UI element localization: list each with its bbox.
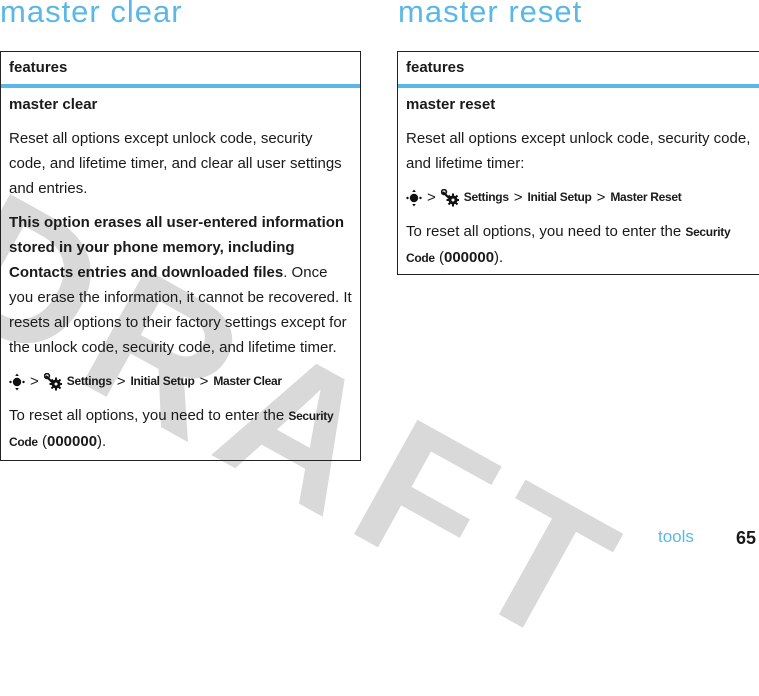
- warning-paragraph: This option erases all user-entered info…: [9, 210, 352, 360]
- security-code-value: 000000: [46, 433, 98, 450]
- menu-item-master-clear: Master Clear: [213, 374, 282, 388]
- feature-description: Reset all options except unlock code, se…: [406, 130, 751, 172]
- menu-path: > Settings > Initial Setup > Master Clea…: [9, 369, 352, 394]
- footer-section-label: tools: [658, 527, 694, 546]
- path-separator: >: [427, 189, 436, 206]
- note-text: To reset all options, you need to enter …: [406, 223, 686, 240]
- table-header: features: [398, 52, 759, 88]
- feature-title: master clear: [9, 96, 98, 113]
- menu-item-settings: Settings: [66, 374, 112, 388]
- menu-item-initial-setup: Initial Setup: [527, 190, 592, 204]
- nav-key-icon: [406, 189, 422, 207]
- settings-icon: [43, 372, 62, 391]
- features-table-master-clear: features master clear Reset all options …: [0, 51, 361, 461]
- feature-description: Reset all options except unlock code, se…: [9, 130, 342, 197]
- settings-icon: [440, 188, 459, 207]
- path-separator: >: [513, 189, 523, 206]
- menu-path: > Settings > Initial Setup > Master Rese…: [406, 185, 751, 210]
- path-separator: >: [596, 189, 606, 206]
- menu-item-master-reset: Master Reset: [610, 190, 682, 204]
- page-heading-master-reset: master reset: [398, 0, 583, 29]
- features-table-master-reset: features master reset Reset all options …: [397, 51, 759, 275]
- menu-item-settings: Settings: [463, 190, 509, 204]
- table-body: master clear Reset all options except un…: [1, 88, 360, 455]
- note-paren-close: ).: [97, 433, 107, 450]
- nav-key-icon: [9, 373, 25, 391]
- feature-title: master reset: [406, 96, 496, 113]
- table-header: features: [1, 52, 360, 88]
- note-paren-open: (: [434, 249, 444, 266]
- note-text: To reset all options, you need to enter …: [9, 407, 289, 424]
- security-code-note: To reset all options, you need to enter …: [9, 403, 352, 455]
- page-heading-master-clear: master clear: [0, 0, 183, 29]
- path-separator: >: [116, 373, 126, 390]
- menu-item-initial-setup: Initial Setup: [130, 374, 195, 388]
- security-code-note: To reset all options, you need to enter …: [406, 219, 751, 271]
- path-separator: >: [199, 373, 209, 390]
- security-code-value: 000000: [443, 249, 495, 266]
- table-body: master reset Reset all options except un…: [398, 88, 759, 271]
- note-paren-close: ).: [494, 249, 504, 266]
- path-separator: >: [30, 373, 39, 390]
- note-paren-open: (: [37, 433, 47, 450]
